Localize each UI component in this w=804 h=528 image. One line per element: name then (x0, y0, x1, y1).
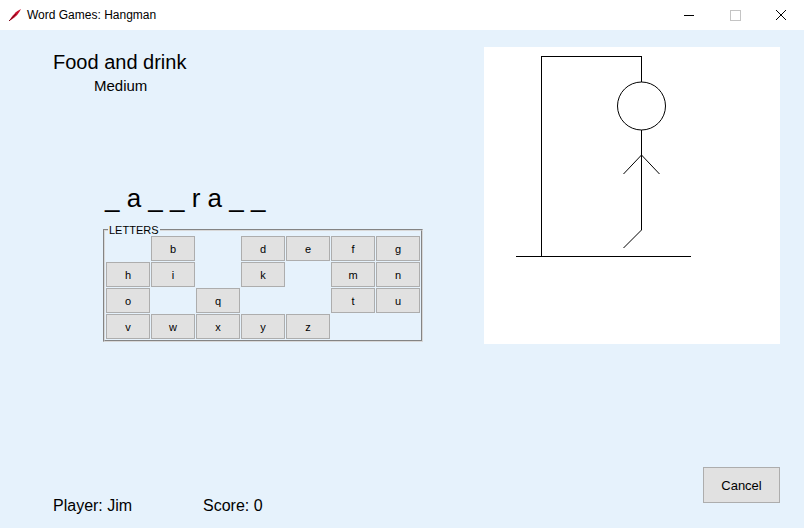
word-display: _ a _ _ r a _ _ (105, 183, 265, 214)
hangman-body (641, 130, 642, 230)
letter-button[interactable]: b (151, 236, 195, 261)
score-label: Score: 0 (203, 496, 263, 515)
hangman-head (618, 82, 666, 130)
letter-button[interactable]: w (151, 314, 195, 339)
letter-button[interactable]: y (241, 314, 285, 339)
empty-slot (196, 236, 240, 261)
letter-button[interactable]: f (331, 236, 375, 261)
player-label: Player: Jim (53, 496, 203, 515)
gallows-pole (541, 56, 542, 256)
hangman-left-arm (624, 155, 642, 174)
content: Food and drink Medium _ a _ _ r a _ _ LE… (0, 30, 804, 528)
letters-legend: LETTERS (108, 224, 160, 236)
game-panel: Food and drink Medium _ a _ _ r a _ _ LE… (0, 30, 423, 467)
hangman-left-leg (624, 230, 642, 248)
status-bar: Player: Jim Score: 0 Cancel (0, 467, 804, 528)
hangman-canvas (484, 47, 780, 344)
cancel-button[interactable]: Cancel (703, 467, 780, 503)
letter-button[interactable]: g (376, 236, 420, 261)
minimize-icon (666, 0, 712, 30)
gallows-drawing (484, 47, 780, 344)
category-label: Food and drink (53, 50, 186, 74)
letter-button[interactable]: z (286, 314, 330, 339)
letter-button[interactable]: x (196, 314, 240, 339)
empty-slot (286, 288, 330, 313)
gallows-base (516, 256, 691, 257)
letter-button[interactable]: t (331, 288, 375, 313)
rope (641, 56, 642, 82)
empty-slot (151, 288, 195, 313)
tk-feather-icon (7, 7, 23, 23)
empty-slot (196, 262, 240, 287)
title-bar: Word Games: Hangman (0, 0, 804, 30)
difficulty-label: Medium (94, 77, 147, 95)
hangman-window: Word Games: Hangman Food and drink Mediu… (0, 0, 804, 528)
letter-button[interactable]: h (106, 262, 150, 287)
letters-group: LETTERS b defg hi k mn o q tu vwxyz (103, 224, 423, 342)
letter-button[interactable]: n (376, 262, 420, 287)
gallows-beam (541, 56, 642, 57)
empty-slot (106, 236, 150, 261)
letter-button[interactable]: k (241, 262, 285, 287)
empty-slot (376, 314, 420, 339)
letter-button[interactable]: u (376, 288, 420, 313)
letter-button[interactable]: q (196, 288, 240, 313)
empty-slot (286, 262, 330, 287)
minimize-button[interactable] (666, 0, 712, 30)
window-title: Word Games: Hangman (27, 8, 156, 22)
letter-button[interactable]: d (241, 236, 285, 261)
letter-button[interactable]: o (106, 288, 150, 313)
maximize-icon (712, 0, 758, 30)
hangman-right-arm (642, 155, 660, 174)
letter-button[interactable]: m (331, 262, 375, 287)
letter-button[interactable]: e (286, 236, 330, 261)
letter-button[interactable]: i (151, 262, 195, 287)
maximize-button (712, 0, 758, 30)
empty-slot (331, 314, 375, 339)
close-icon (758, 0, 804, 30)
letter-button[interactable]: v (106, 314, 150, 339)
close-button[interactable] (758, 0, 804, 30)
empty-slot (241, 288, 285, 313)
